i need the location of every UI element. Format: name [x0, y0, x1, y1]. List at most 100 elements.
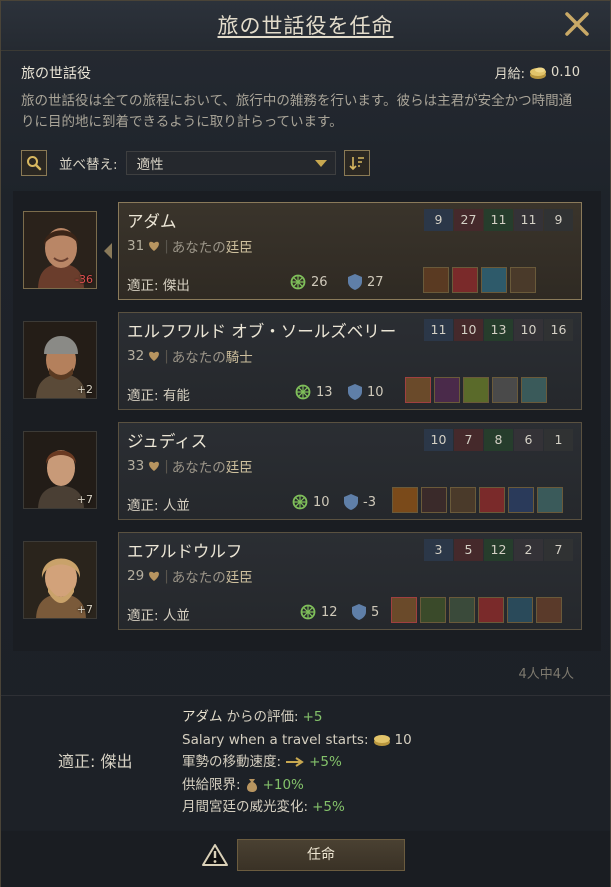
trait-icon[interactable]: [452, 267, 478, 293]
skill-martial: 7: [454, 429, 483, 451]
trait-icon[interactable]: [449, 597, 475, 623]
monthly-salary: 月給: 0.10: [495, 63, 580, 82]
trait-icon[interactable]: [463, 377, 489, 403]
chevron-down-icon: [314, 160, 327, 167]
candidate-aptitude: 適正: 有能: [127, 388, 190, 404]
appoint-button[interactable]: 任命: [237, 839, 405, 871]
trait-icon[interactable]: [392, 487, 418, 513]
candidate-name: アダム: [127, 212, 177, 231]
trait-icon[interactable]: [521, 377, 547, 403]
bottom-bar: 任命: [1, 831, 610, 887]
trait-list: [391, 597, 562, 623]
appoint-travel-leader-window: 旅の世話役を任命 旅の世話役 月給: 0.10 旅の世話役は全ての旅程において、…: [0, 0, 611, 887]
skill-stewardship: 12: [484, 539, 513, 561]
sort-dropdown[interactable]: 適性: [125, 151, 336, 175]
travel-safety-stat: 10: [291, 493, 330, 511]
trait-icon[interactable]: [510, 267, 536, 293]
portrait-adam[interactable]: -36: [23, 211, 97, 289]
toolbar: 並べ替え: 適性: [21, 149, 581, 177]
supply-effect: 供給限界: +10%: [182, 776, 304, 793]
trait-icon[interactable]: [507, 597, 533, 623]
portrait-elfwald[interactable]: +2: [23, 321, 97, 399]
skill-martial: 27: [454, 209, 483, 231]
travel-speed-stat: 27: [347, 273, 384, 291]
trait-icon[interactable]: [492, 377, 518, 403]
trait-icon[interactable]: [405, 377, 431, 403]
gold-coin-icon: [373, 734, 390, 746]
portrait-badge: +7: [76, 603, 93, 616]
skill-values: 11 10 13 10 16: [423, 319, 573, 341]
trait-icon[interactable]: [423, 267, 449, 293]
travel-safety-stat: 13: [294, 383, 333, 401]
speed-effect: 軍勢の移動速度: +5%: [182, 754, 342, 770]
trait-icon[interactable]: [421, 487, 447, 513]
travel-safety-stat: 12: [299, 603, 338, 621]
skill-values: 10 7 8 6 1: [423, 429, 573, 451]
search-button[interactable]: [21, 150, 47, 176]
travel-speed-stat: -3: [343, 493, 376, 511]
skill-learning: 7: [544, 539, 573, 561]
travel-safety-icon: [300, 604, 316, 620]
sort-direction-icon: [348, 157, 364, 171]
heart-icon: [149, 571, 160, 581]
trait-icon[interactable]: [478, 597, 504, 623]
close-icon[interactable]: [562, 9, 592, 39]
candidate-age: 32: [127, 348, 145, 364]
sort-label: 並べ替え:: [59, 157, 118, 173]
trait-icon[interactable]: [479, 487, 505, 513]
skill-values: 9 27 11 11 9: [423, 209, 573, 231]
prestige-effect: 月間宮廷の威光変化: +5%: [182, 799, 345, 815]
gold-coin-icon: [530, 67, 547, 79]
trait-icon[interactable]: [434, 377, 460, 403]
portrait-judith[interactable]: +7: [23, 431, 97, 509]
trait-list: [405, 377, 547, 403]
skill-intrigue: 11: [514, 209, 543, 231]
candidate-card-elfwald[interactable]: エルフワルド オブ・ソールズベリー 32 | あなたの騎士 適正: 有能 13 …: [118, 312, 582, 410]
travel-safety-stat: 26: [289, 273, 328, 291]
skill-intrigue: 6: [514, 429, 543, 451]
candidate-info: 31 | あなたの廷臣: [127, 238, 253, 256]
skill-diplomacy: 9: [424, 209, 453, 231]
portrait-ealdwulf[interactable]: +7: [23, 541, 97, 619]
travel-speed-stat: 10: [347, 383, 384, 401]
skill-martial: 10: [454, 319, 483, 341]
trait-icon[interactable]: [391, 597, 417, 623]
salary-label: 月給:: [494, 67, 526, 82]
salary-effect: Salary when a travel starts: 10: [182, 731, 412, 748]
trait-icon[interactable]: [508, 487, 534, 513]
candidate-count: 4人中4人: [518, 667, 574, 682]
trait-icon[interactable]: [420, 597, 446, 623]
candidate-name: ジュディス: [127, 432, 208, 451]
skill-diplomacy: 3: [424, 539, 453, 561]
candidate-aptitude: 適正: 人並: [127, 608, 190, 624]
skill-diplomacy: 11: [424, 319, 453, 341]
heart-icon: [149, 461, 160, 471]
shield-icon: [344, 494, 358, 510]
candidate-card-judith[interactable]: ジュディス 33 | あなたの廷臣 適正: 人並 10 -3 10 7 8 6: [118, 422, 582, 520]
travel-safety-icon: [292, 494, 308, 510]
trait-icon[interactable]: [450, 487, 476, 513]
shield-icon: [348, 384, 362, 400]
trait-icon[interactable]: [481, 267, 507, 293]
role-description: 旅の世話役は全ての旅程において、旅行中の雑務を行います。彼らは主君が安全かつ時間…: [21, 93, 573, 130]
opinion-effect: アダム からの評価: +5: [182, 709, 323, 725]
trait-icon[interactable]: [537, 487, 563, 513]
trait-icon[interactable]: [536, 597, 562, 623]
trait-list: [392, 487, 563, 513]
skill-values: 3 5 12 2 7: [423, 539, 573, 561]
skill-intrigue: 2: [514, 539, 543, 561]
skill-learning: 9: [544, 209, 573, 231]
heart-icon: [149, 241, 160, 251]
candidate-relation: あなたの廷臣: [171, 570, 253, 586]
candidate-relation: あなたの廷臣: [171, 460, 253, 476]
skill-learning: 16: [544, 319, 573, 341]
arrow-icon: [286, 757, 304, 768]
selected-aptitude: 適正: 傑出: [58, 752, 133, 771]
candidate-card-ealdwulf[interactable]: エアルドウルフ 29 | あなたの廷臣 適正: 人並 12 5 3 5 12 2: [118, 532, 582, 630]
travel-safety-icon: [295, 384, 311, 400]
title-bar: 旅の世話役を任命: [1, 1, 610, 51]
candidate-card-adam[interactable]: アダム 31 | あなたの廷臣 適正: 傑出 26 27 9 27 11 11: [118, 202, 582, 300]
candidate-relation: あなたの騎士: [171, 350, 253, 366]
sort-direction-button[interactable]: [343, 150, 370, 176]
effects-panel: 適正: 傑出 アダム からの評価: +5 Salary when a travel…: [1, 695, 610, 830]
